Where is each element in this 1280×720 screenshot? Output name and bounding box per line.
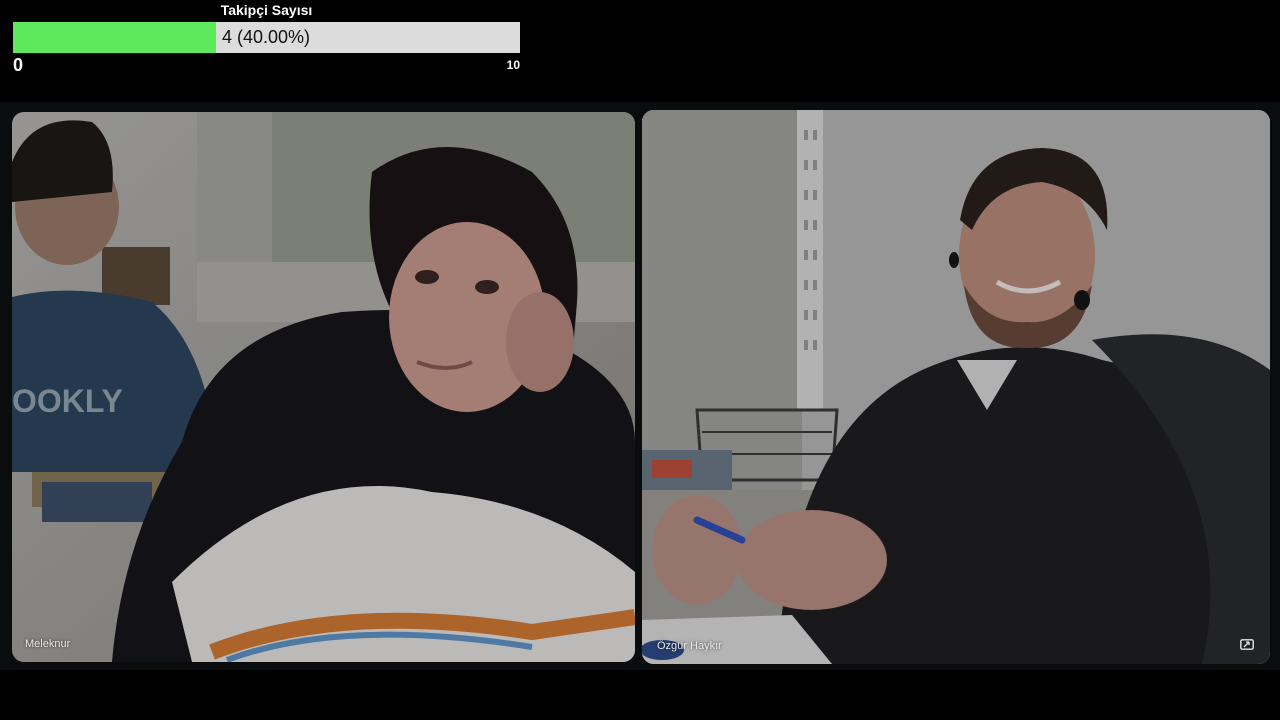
participant-video: OOKLY xyxy=(12,112,635,662)
progress-min-label: 0 xyxy=(13,55,24,75)
progress-value-label: 4 (40.00%) xyxy=(222,27,311,47)
video-call-stage: OOKLY Meleknur Özgür Haykır xyxy=(0,102,1280,670)
bottom-bar xyxy=(0,670,1280,720)
progress-max-label: 10 xyxy=(506,58,520,72)
follower-counter-overlay: Takipçi Sayısı 4 (40.00%) 0 10 xyxy=(0,0,1280,102)
participant-video xyxy=(642,110,1270,664)
progress-title: Takipçi Sayısı xyxy=(220,2,313,18)
participant-tile-ozgur[interactable]: Özgür Haykır xyxy=(642,110,1270,664)
expand-icon[interactable] xyxy=(1240,639,1254,650)
participant-name: Özgür Haykır xyxy=(657,640,722,652)
participant-tile-meleknur[interactable]: OOKLY Meleknur xyxy=(12,112,635,662)
progress-fill xyxy=(13,22,216,53)
participant-name: Meleknur xyxy=(25,638,71,650)
progress-bar: 4 (40.00%) xyxy=(13,22,520,53)
